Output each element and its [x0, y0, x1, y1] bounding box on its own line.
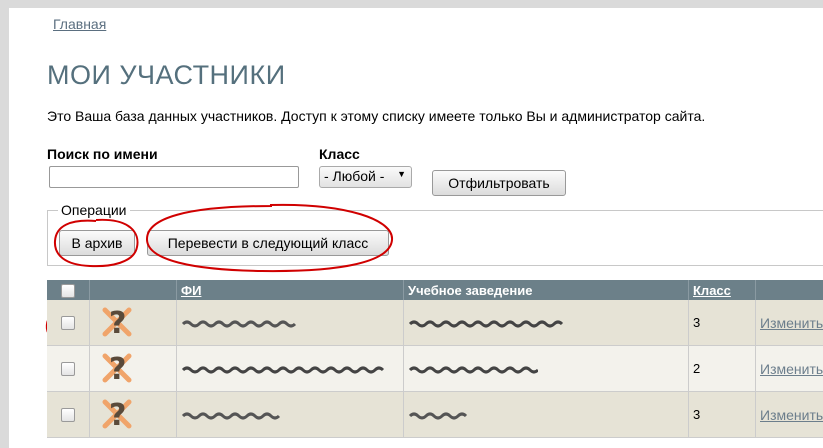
redacted-name	[181, 320, 297, 328]
class-cell: 2	[688, 345, 756, 392]
actions-header	[755, 280, 823, 300]
edit-link[interactable]: Изменить	[760, 315, 823, 331]
photo-cell: ?	[89, 391, 177, 438]
photo-cell: ?	[89, 345, 177, 392]
school-cell	[403, 300, 689, 346]
row-select-cell	[47, 300, 90, 346]
sort-class-link[interactable]: Класс	[693, 283, 731, 298]
actions-cell: Изменить	[755, 345, 823, 392]
page-title: МОИ УЧАСТНИКИ	[47, 60, 286, 90]
promote-button[interactable]: Перевести в следующий класс	[147, 230, 389, 256]
participants-table: ФИ Учебное заведение Класс ? 3 Изменить …	[47, 280, 823, 438]
dropdown-arrow-icon: ▼	[397, 169, 406, 179]
row-checkbox[interactable]	[61, 316, 75, 331]
photo-header	[89, 280, 177, 300]
search-input[interactable]	[49, 166, 299, 188]
no-photo-icon: ?	[102, 306, 132, 341]
edit-link[interactable]: Изменить	[760, 361, 823, 377]
class-select[interactable]: - Любой - ▼	[319, 166, 412, 188]
select-all-checkbox[interactable]	[61, 283, 75, 298]
row-select-cell	[47, 345, 90, 392]
name-cell	[176, 300, 404, 346]
svg-text:?: ?	[109, 398, 126, 432]
school-header: Учебное заведение	[403, 280, 689, 300]
page-description: Это Ваша база данных участников. Доступ …	[47, 108, 706, 124]
operations-legend: Операции	[58, 202, 130, 218]
table-row: ? 3 Изменить	[47, 391, 823, 438]
redacted-name	[181, 412, 281, 420]
row-checkbox[interactable]	[61, 408, 75, 423]
table-header-row: ФИ Учебное заведение Класс	[47, 280, 823, 300]
table-row: ? 2 Изменить	[47, 345, 823, 392]
name-cell	[176, 345, 404, 392]
row-select-cell	[47, 391, 90, 438]
name-header: ФИ	[176, 280, 404, 300]
class-header: Класс	[688, 280, 756, 300]
sort-name-link[interactable]: ФИ	[181, 283, 201, 298]
class-cell: 3	[688, 300, 756, 346]
name-cell	[176, 391, 404, 438]
select-all-cell	[47, 280, 90, 300]
filter-button[interactable]: Отфильтровать	[432, 170, 566, 196]
actions-cell: Изменить	[755, 300, 823, 346]
class-filter-label: Класс	[319, 146, 360, 162]
class-select-value: - Любой -	[324, 168, 385, 184]
search-label: Поиск по имени	[47, 146, 158, 162]
actions-cell: Изменить	[755, 391, 823, 438]
no-photo-icon: ?	[102, 352, 132, 387]
archive-button[interactable]: В архив	[59, 230, 135, 256]
school-cell	[403, 345, 689, 392]
table-row: ? 3 Изменить	[47, 300, 823, 346]
redacted-name	[181, 366, 385, 374]
svg-text:?: ?	[109, 352, 126, 386]
redacted-school	[408, 320, 564, 328]
row-checkbox[interactable]	[61, 362, 75, 377]
class-cell: 3	[688, 391, 756, 438]
redacted-school	[408, 366, 538, 374]
breadcrumb-home-link[interactable]: Главная	[53, 16, 106, 32]
left-border	[0, 0, 9, 448]
redacted-school	[408, 412, 468, 420]
svg-text:?: ?	[109, 306, 126, 340]
school-cell	[403, 391, 689, 438]
no-photo-icon: ?	[102, 398, 132, 433]
top-border	[0, 0, 823, 8]
edit-link[interactable]: Изменить	[760, 407, 823, 423]
photo-cell: ?	[89, 300, 177, 346]
